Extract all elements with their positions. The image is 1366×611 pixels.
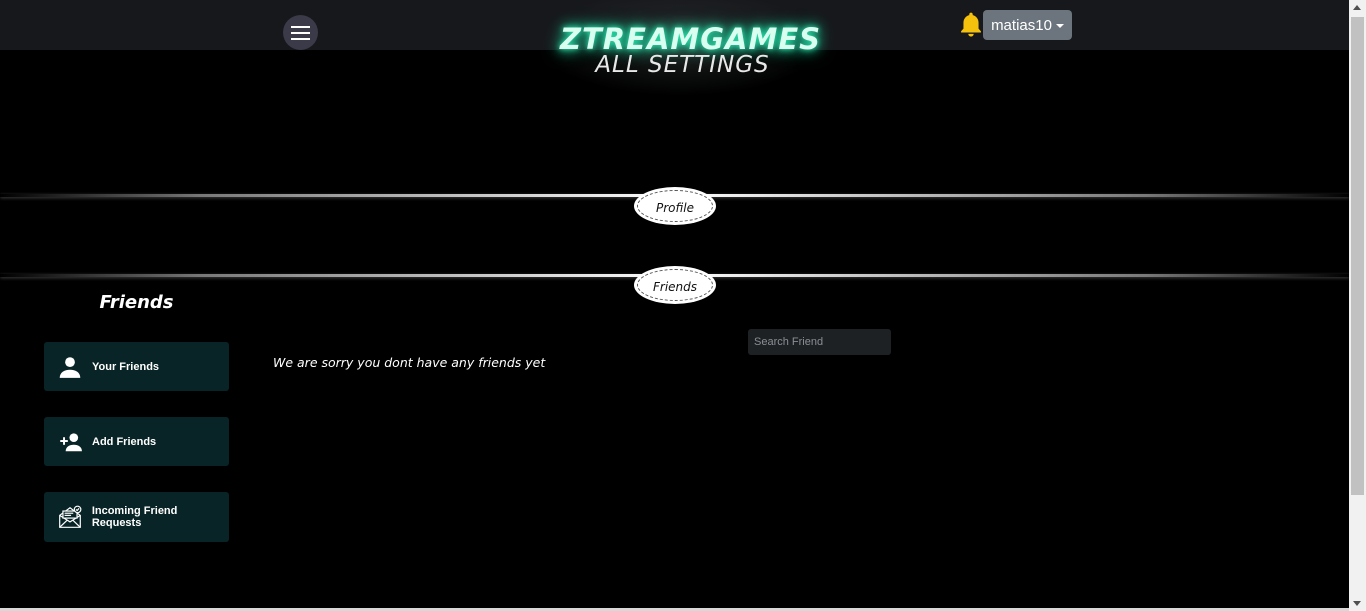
scrollbar-thumb[interactable] (1351, 17, 1364, 495)
section-pill-profile[interactable]: Profile (634, 187, 716, 225)
search-friend-input[interactable] (748, 329, 891, 355)
bell-icon[interactable] (958, 11, 984, 39)
page-title: ALL SETTINGS (595, 52, 770, 78)
incoming-requests-label: Incoming Friend Requests (91, 505, 178, 529)
page-scrollbar[interactable] (1349, 0, 1366, 611)
section-pill-friends[interactable]: Friends (634, 266, 716, 304)
settings-page: ZTREAMGAMES ALL SETTINGS matias10 Profil… (0, 0, 1366, 611)
menu-toggle-button[interactable] (283, 15, 318, 50)
incoming-requests-button[interactable]: Incoming Friend Requests (44, 492, 229, 542)
your-friends-button[interactable]: Your Friends (44, 342, 229, 391)
hamburger-icon-line (291, 37, 310, 40)
envelope-icon (56, 503, 84, 531)
your-friends-label: Your Friends (92, 360, 160, 373)
hamburger-icon-line (291, 31, 310, 34)
friends-heading: Friends (99, 292, 174, 313)
add-friends-button[interactable]: Add Friends (44, 417, 229, 466)
section-label-friends: Friends (652, 280, 698, 294)
chevron-down-icon (1055, 23, 1064, 28)
brand-logo[interactable]: ZTREAMGAMES (560, 22, 820, 56)
scroll-down-icon[interactable] (1353, 601, 1361, 606)
user-menu-dropdown[interactable]: matias10 (983, 10, 1072, 40)
empty-friends-message: We are sorry you dont have any friends y… (273, 355, 546, 370)
person-add-icon (56, 428, 84, 456)
section-label-profile: Profile (656, 201, 694, 215)
scroll-up-icon[interactable] (1353, 5, 1361, 10)
hamburger-icon (291, 25, 310, 28)
user-name: matias10 (991, 16, 1052, 34)
add-friends-label: Add Friends (92, 435, 157, 448)
person-icon (56, 353, 84, 381)
